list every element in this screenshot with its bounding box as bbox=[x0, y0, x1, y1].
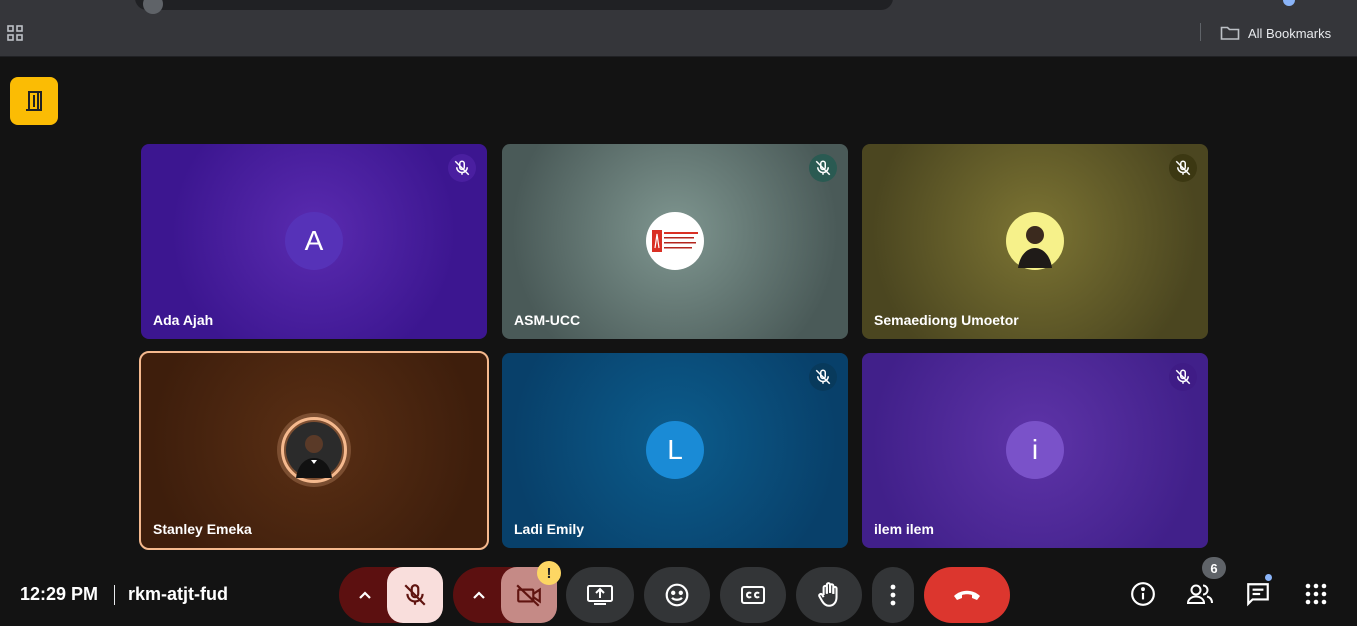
participant-name: Ladi Emily bbox=[514, 521, 585, 537]
muted-mic-icon bbox=[448, 154, 476, 182]
participant-name: ilem ilem bbox=[874, 521, 934, 537]
chevron-up-icon bbox=[359, 591, 371, 599]
captions-button[interactable] bbox=[720, 567, 786, 623]
people-icon bbox=[1186, 584, 1213, 604]
call-end-icon bbox=[954, 590, 980, 600]
clock-divider bbox=[114, 585, 115, 605]
participant-tile[interactable]: ASM-UCC bbox=[502, 144, 848, 339]
participant-name: ASM-UCC bbox=[514, 312, 581, 328]
emoji-icon bbox=[665, 583, 689, 607]
leave-call-button[interactable] bbox=[924, 567, 1010, 623]
participant-name: Ada Ajah bbox=[153, 312, 214, 328]
present-screen-button[interactable] bbox=[566, 567, 634, 623]
more-options-button[interactable] bbox=[872, 567, 914, 623]
activities-menu-button[interactable] bbox=[1302, 580, 1330, 608]
all-bookmarks-label: All Bookmarks bbox=[1248, 25, 1332, 41]
reactions-button[interactable] bbox=[644, 567, 710, 623]
muted-mic-icon bbox=[809, 363, 837, 391]
bookmarks-divider bbox=[1200, 23, 1201, 41]
participant-tile[interactable]: L Ladi Emily bbox=[502, 353, 848, 548]
microphone-control bbox=[339, 567, 443, 623]
browser-toolbar: All Bookmarks bbox=[0, 0, 1357, 57]
participant-tile[interactable]: i ilem ilem bbox=[862, 353, 1208, 548]
avatar: L bbox=[646, 421, 704, 479]
participant-tile-active-speaker[interactable]: Stanley Emeka bbox=[139, 351, 489, 550]
muted-mic-icon bbox=[1169, 363, 1197, 391]
apps-icon bbox=[1305, 583, 1327, 605]
people-button[interactable] bbox=[1186, 580, 1214, 608]
address-bar[interactable] bbox=[135, 0, 893, 14]
asm-logo-avatar bbox=[646, 212, 704, 270]
present-screen-icon bbox=[587, 585, 613, 605]
camera-off-icon bbox=[516, 584, 541, 607]
info-icon bbox=[1131, 582, 1155, 606]
avatar: i bbox=[1006, 421, 1064, 479]
participant-tile[interactable]: Semaediong Umoetor bbox=[862, 144, 1208, 339]
chat-button[interactable] bbox=[1244, 580, 1272, 608]
raise-hand-button[interactable] bbox=[796, 567, 862, 623]
apps-grid-icon[interactable] bbox=[6, 24, 24, 42]
door-exit-icon bbox=[26, 91, 42, 111]
new-message-indicator bbox=[1264, 573, 1273, 582]
activities-button[interactable] bbox=[10, 77, 58, 125]
meeting-clock: 12:29 PM bbox=[20, 584, 99, 604]
camera-warning-badge[interactable]: ! bbox=[537, 561, 561, 585]
muted-mic-icon bbox=[1169, 154, 1197, 182]
profile-photo-avatar bbox=[286, 422, 342, 478]
site-info-icon[interactable] bbox=[143, 0, 163, 14]
muted-mic-icon bbox=[809, 154, 837, 182]
meeting-details-button[interactable] bbox=[1129, 580, 1157, 608]
mic-off-icon bbox=[404, 584, 426, 606]
meeting-code[interactable]: rkm-atjt-fud bbox=[128, 584, 228, 605]
avatar: A bbox=[285, 212, 343, 270]
video-options-button[interactable] bbox=[453, 567, 505, 623]
all-bookmarks-button[interactable]: All Bookmarks bbox=[1220, 23, 1331, 43]
toggle-microphone-button[interactable] bbox=[387, 567, 443, 623]
closed-captions-icon bbox=[741, 586, 765, 604]
profile-photo-avatar bbox=[1006, 212, 1064, 270]
more-vert-icon bbox=[890, 584, 896, 606]
participant-tile[interactable]: A Ada Ajah bbox=[141, 144, 487, 339]
chat-icon bbox=[1247, 583, 1269, 607]
folder-icon bbox=[1220, 26, 1240, 40]
audio-options-button[interactable] bbox=[339, 567, 391, 623]
participant-name: Stanley Emeka bbox=[153, 521, 252, 537]
chevron-up-icon bbox=[473, 591, 485, 599]
raise-hand-icon bbox=[818, 582, 838, 607]
participant-count-badge: 6 bbox=[1202, 557, 1226, 579]
participant-name: Semaediong Umoetor bbox=[874, 312, 1019, 328]
profile-indicator bbox=[1283, 0, 1295, 6]
